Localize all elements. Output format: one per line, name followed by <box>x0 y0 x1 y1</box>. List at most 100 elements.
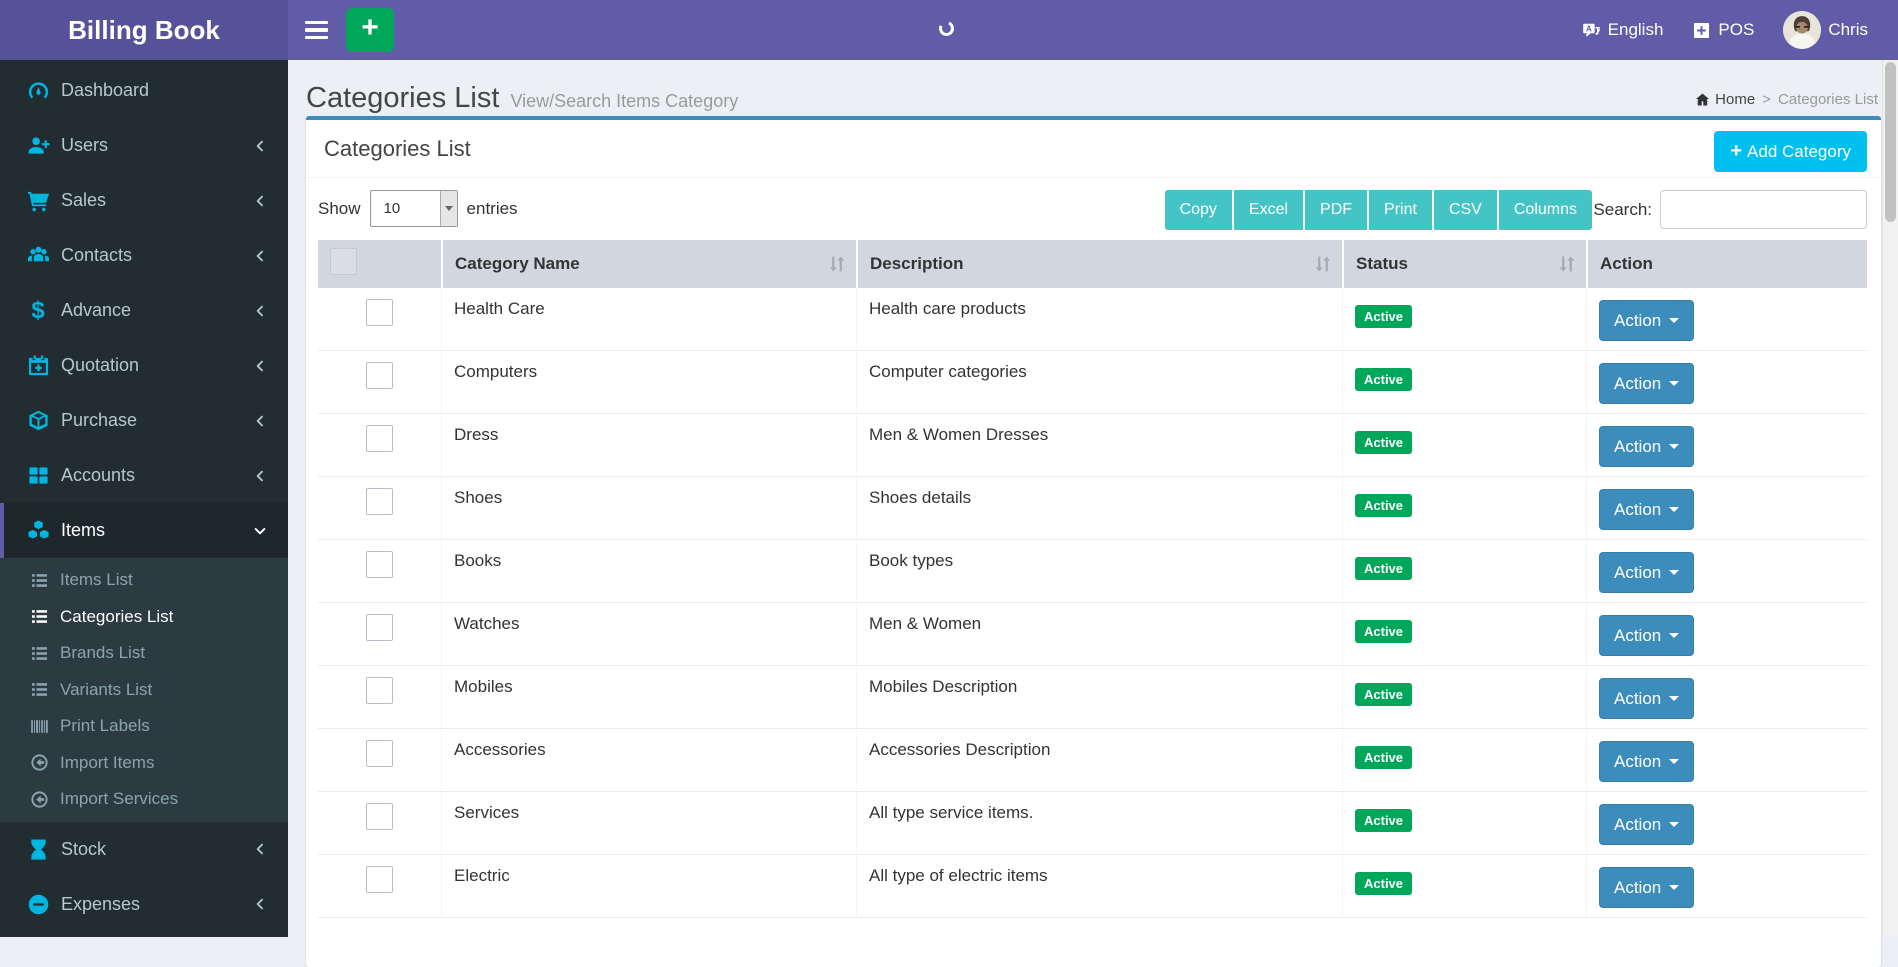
sidebar-subitem-link[interactable]: Categories List <box>0 599 288 636</box>
categories-panel: Categories List + Add Category Show 10 e… <box>306 116 1881 967</box>
status-badge: Active <box>1355 557 1412 580</box>
users-icon <box>24 244 52 268</box>
export-button[interactable]: Excel <box>1234 190 1305 230</box>
category-name-cell: Watches <box>441 603 856 666</box>
column-header-action: Action <box>1586 240 1867 288</box>
select-all-checkbox[interactable] <box>330 248 357 275</box>
sidebar-item-label: Advance <box>61 300 131 321</box>
checkbox-cell <box>318 288 441 351</box>
status-cell: Active <box>1342 351 1586 414</box>
search-label: Search: <box>1593 200 1652 220</box>
action-cell: Action <box>1586 540 1867 603</box>
sidebar-subitem-label: Variants List <box>60 680 152 700</box>
page-scrollbar[interactable] <box>1882 60 1898 937</box>
search-input[interactable] <box>1660 190 1867 229</box>
export-button[interactable]: Print <box>1369 190 1434 230</box>
language-menu[interactable]: A English <box>1582 20 1664 40</box>
language-label: English <box>1608 20 1664 40</box>
category-name-cell: Health Care <box>441 288 856 351</box>
app-logo[interactable]: Billing Book <box>0 0 288 60</box>
column-header-status[interactable]: Status <box>1342 240 1586 288</box>
description-cell: Men & Women Dresses <box>856 414 1342 477</box>
sidebar-subitem-link[interactable]: Brands List <box>0 635 288 672</box>
description-cell: Men & Women <box>856 603 1342 666</box>
sidebar-item-label: Sales <box>61 190 106 211</box>
row-checkbox[interactable] <box>366 866 393 893</box>
chevron-left-icon <box>253 469 267 483</box>
action-dropdown-button[interactable]: Action <box>1599 489 1694 530</box>
sidebar: Dashboard Users <box>0 60 288 937</box>
sidebar-item: Items Items List <box>0 503 288 822</box>
status-badge: Active <box>1355 305 1412 328</box>
sidebar-subitem-link[interactable]: Import Items <box>0 745 288 782</box>
action-dropdown-button[interactable]: Action <box>1599 426 1694 467</box>
sort-icon <box>1557 254 1577 274</box>
action-dropdown-button[interactable]: Action <box>1599 741 1694 782</box>
select-arrow-icon <box>440 191 457 226</box>
user-menu[interactable]: Chris <box>1783 11 1868 49</box>
action-cell: Action <box>1586 603 1867 666</box>
sidebar-subitem-link[interactable]: Items List <box>0 562 288 599</box>
action-dropdown-button[interactable]: Action <box>1599 552 1694 593</box>
sidebar-submenu: Items List Categories List <box>0 558 288 822</box>
action-dropdown-button[interactable]: Action <box>1599 867 1694 908</box>
sidebar-item-link[interactable]: Items <box>0 503 288 558</box>
status-cell: Active <box>1342 540 1586 603</box>
export-button[interactable]: Copy <box>1165 190 1234 230</box>
cart-icon <box>24 189 52 213</box>
action-cell: Action <box>1586 288 1867 351</box>
export-button[interactable]: Columns <box>1499 190 1592 230</box>
row-checkbox[interactable] <box>366 488 393 515</box>
sidebar-item-link[interactable]: Expenses <box>0 877 288 932</box>
status-cell: Active <box>1342 729 1586 792</box>
action-cell: Action <box>1586 855 1867 918</box>
sidebar-item-link[interactable]: Accounts <box>0 448 288 503</box>
sidebar-item-label: Accounts <box>61 465 135 486</box>
action-dropdown-button[interactable]: Action <box>1599 300 1694 341</box>
sidebar-subitem: Import Services <box>0 781 288 818</box>
row-checkbox[interactable] <box>366 551 393 578</box>
export-button[interactable]: CSV <box>1434 190 1499 230</box>
sidebar-item-link[interactable]: Contacts <box>0 228 288 283</box>
row-checkbox[interactable] <box>366 677 393 704</box>
chevron-left-icon <box>253 897 267 911</box>
sidebar-item-link[interactable]: Quotation <box>0 338 288 393</box>
table-row: Computers Computer categories Active Act… <box>318 351 1867 414</box>
scrollbar-thumb[interactable] <box>1885 62 1896 222</box>
row-checkbox[interactable] <box>366 425 393 452</box>
column-header-description[interactable]: Description <box>856 240 1342 288</box>
sidebar-item-link[interactable]: Users <box>0 118 288 173</box>
caret-down-icon <box>1669 759 1679 764</box>
quick-add-button[interactable]: + <box>346 8 394 52</box>
row-checkbox[interactable] <box>366 740 393 767</box>
action-dropdown-button[interactable]: Action <box>1599 615 1694 656</box>
entries-select[interactable]: 10 <box>370 190 458 227</box>
sidebar-item-link[interactable]: Sales <box>0 173 288 228</box>
sidebar-subitem-link[interactable]: Variants List <box>0 672 288 709</box>
sidebar-item-link[interactable]: Purchase <box>0 393 288 448</box>
pos-button[interactable]: POS <box>1692 20 1754 40</box>
sidebar-item: Sales <box>0 173 288 228</box>
action-dropdown-button[interactable]: Action <box>1599 363 1694 404</box>
export-button[interactable]: PDF <box>1305 190 1369 230</box>
dollar-icon: $ <box>24 299 52 323</box>
row-checkbox[interactable] <box>366 299 393 326</box>
column-header-category-name[interactable]: Category Name <box>441 240 856 288</box>
sidebar-subitem-link[interactable]: Import Services <box>0 781 288 818</box>
row-checkbox[interactable] <box>366 362 393 389</box>
row-checkbox[interactable] <box>366 803 393 830</box>
chevron-left-icon <box>253 249 267 263</box>
action-dropdown-button[interactable]: Action <box>1599 804 1694 845</box>
sidebar-toggle-button[interactable] <box>305 21 328 40</box>
sidebar-subitem-link[interactable]: Print Labels <box>0 708 288 745</box>
svg-text:A: A <box>1586 24 1592 33</box>
sidebar-item-link[interactable]: Dashboard <box>0 63 288 118</box>
add-category-button[interactable]: + Add Category <box>1714 131 1867 172</box>
action-dropdown-button[interactable]: Action <box>1599 678 1694 719</box>
sidebar-item-link[interactable]: Stock <box>0 822 288 877</box>
language-icon: A <box>1582 21 1601 40</box>
breadcrumb-home-link[interactable]: Home <box>1695 91 1755 108</box>
row-checkbox[interactable] <box>366 614 393 641</box>
gauge-icon <box>24 79 52 103</box>
sidebar-item-link[interactable]: $ Advance <box>0 283 288 338</box>
